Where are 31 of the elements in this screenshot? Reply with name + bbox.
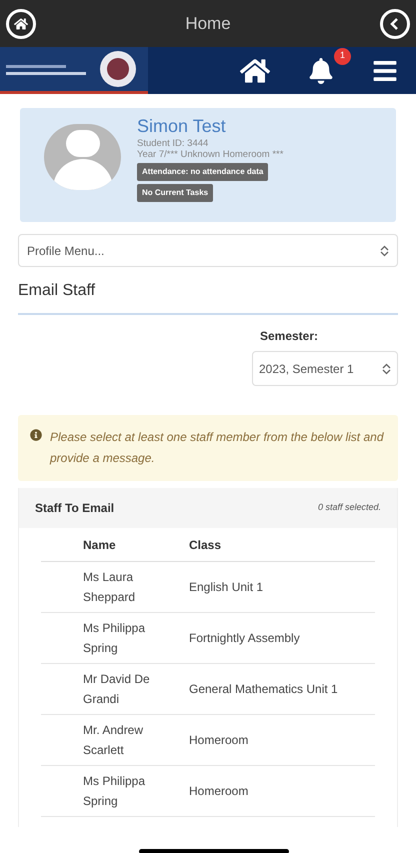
table-cell-text: Ms Laura Sheppard xyxy=(83,569,136,606)
table-cell-text: Ms Philippa Spring xyxy=(83,620,146,657)
table-cell-text: English Unit 1 xyxy=(189,579,264,596)
table-cell-text: Mr David De Grandi xyxy=(83,671,151,708)
school-logo-drawing[interactable] xyxy=(0,47,148,91)
table-cell-text: Homeroom xyxy=(189,732,248,749)
updown-caret-icon xyxy=(382,362,391,374)
semester-label: Semester: xyxy=(260,328,318,345)
status-badge: Attendance: no attendance data xyxy=(137,163,268,181)
status-badge: No Current Tasks xyxy=(137,184,214,202)
student-id: Student ID: 3444 xyxy=(137,138,210,149)
updown-caret-icon xyxy=(380,244,389,256)
selected-count: 0 staff selected. xyxy=(318,501,381,514)
table-cell-text: Ms Philippa Spring xyxy=(83,773,146,810)
notification-bell-icon[interactable] xyxy=(308,58,334,84)
info-icon xyxy=(30,429,42,441)
profile-menu-select[interactable]: Profile Menu... xyxy=(18,234,398,267)
section-title: Email Staff xyxy=(18,279,398,315)
column-header: Name xyxy=(83,536,117,554)
table-cell-text: General Mathematics Unit 1 xyxy=(189,681,338,698)
window-title: Home xyxy=(185,12,231,35)
panel-title: Staff To Email xyxy=(35,500,114,517)
notification-count: 1 xyxy=(334,48,351,64)
table-cell-text: Homeroom xyxy=(189,783,248,800)
semester-select[interactable]: 2023, Semester 1 xyxy=(252,351,398,386)
table-cell-text: Fortnightly Assembly xyxy=(189,630,300,647)
table-cell-text: Mr. Andrew Scarlett xyxy=(83,722,144,759)
student-name: Simon Test xyxy=(137,115,227,138)
student-year: Year 7/*** Unknown Homeroom *** xyxy=(137,149,284,160)
column-header: Class xyxy=(189,536,222,554)
alert-message: Please select at least one staff member from the below list and provide a message. xyxy=(50,429,385,467)
